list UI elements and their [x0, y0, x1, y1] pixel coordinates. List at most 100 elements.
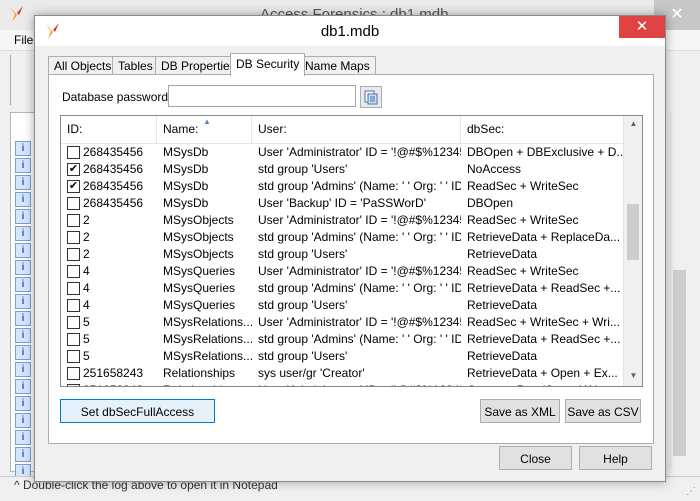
column-header-id[interactable]: ID: [61, 116, 157, 143]
set-full-access-button[interactable]: Set dbSecFullAccess [60, 399, 215, 423]
table-row[interactable]: 4 MSysQueries std group 'Users' RetrieveDat… [61, 297, 623, 314]
tab-tables[interactable]: Tables [112, 56, 159, 75]
tab-name-maps[interactable]: Name Maps [299, 56, 376, 75]
tab-all-objects[interactable]: All Objects [48, 56, 118, 75]
cell-user: User 'Administrator' ID = '!@#$%12345' [258, 315, 461, 329]
cell-id: 5 [83, 315, 90, 329]
log-scrollbar-thumb[interactable] [673, 270, 686, 456]
info-icon: i [15, 158, 31, 173]
info-icon: i [15, 141, 31, 156]
cell-name: MSysObjects [163, 230, 234, 244]
cell-id: 268435456 [83, 179, 144, 193]
scroll-down-icon[interactable]: ▼ [624, 371, 642, 380]
cell-id: 4 [83, 264, 90, 278]
cell-dbsec: ReadSec + WriteSec + Wri... [467, 315, 620, 329]
table-row[interactable]: 268435456 MSysDb User 'Backup' ID = 'PaSSW… [61, 195, 623, 212]
tab-db-security[interactable]: DB Security [230, 53, 306, 76]
cell-dbsec: RetrieveData + ReadSec +... [467, 332, 621, 346]
cell-dbsec: RetrieveData [467, 349, 538, 363]
table-row[interactable]: 5 MSysRelations... User 'Administrator' ID… [61, 314, 623, 331]
info-icon: i [15, 345, 31, 360]
table-scrollbar[interactable]: ▲ ▼ [623, 116, 642, 386]
table-row[interactable]: 2 MSysObjects std group 'Admins' (Name: ' … [61, 229, 623, 246]
cell-user: User 'Administrator' ID = '!@#$%12345' [252, 382, 461, 386]
menu-file[interactable]: File [14, 33, 33, 47]
table-row[interactable]: 5 MSysRelations... std group 'Admins' (Nam… [61, 331, 623, 348]
cell-dbsec: Create + ReadSec + Write... [461, 382, 623, 386]
cell-id: 2 [83, 230, 90, 244]
cell-id: 251658243 [61, 382, 157, 386]
info-icon: i [15, 396, 31, 411]
info-icon: i [15, 379, 31, 394]
cell-name: MSysObjects [163, 247, 234, 261]
dialog-close-icon[interactable]: ✕ [619, 16, 665, 38]
cell-id: 4 [83, 281, 90, 295]
table-row[interactable]: 2 MSysObjects User 'Administrator' ID = '!… [61, 212, 623, 229]
cell-user: std group 'Admins' (Name: ' ' Org: ' ' I… [258, 332, 461, 346]
info-icon: i [15, 311, 31, 326]
cell-dbsec: DBOpen + DBExclusive + D... [467, 145, 623, 159]
toolbar-separator [10, 55, 11, 105]
table-row[interactable]: 4 MSysQueries std group 'Admins' (Name: ' … [61, 280, 623, 297]
cell-dbsec: ReadSec + WriteSec [467, 179, 579, 193]
table-row[interactable]: 5 MSysRelations... std group 'Users' Retrie… [61, 348, 623, 365]
password-label: Database password: [62, 90, 172, 104]
cell-id: 268435456 [83, 196, 144, 210]
security-dialog: db1.mdb ✕ All Objects Tables DB Properti… [34, 15, 666, 482]
cell-dbsec: RetrieveData [467, 298, 538, 312]
cell-name: MSysRelations... [163, 315, 252, 329]
cell-id: 268435456 [83, 145, 144, 159]
info-icon: i [15, 243, 31, 258]
app-logo-icon [8, 5, 24, 26]
info-icon: i [15, 226, 31, 241]
table-row[interactable]: 251658243RelationshipsUser 'Administrato… [61, 382, 623, 386]
close-button[interactable]: Close [499, 446, 572, 470]
paste-password-button[interactable] [360, 86, 382, 108]
table-row[interactable]: 251658243 Relationships sys user/gr 'Creat… [61, 365, 623, 382]
resize-grip-icon[interactable]: ⋰ [686, 486, 696, 497]
info-icon: i [15, 430, 31, 445]
cell-id: 5 [83, 349, 90, 363]
column-header-dbsec[interactable]: dbSec: [461, 116, 623, 143]
cell-user: User 'Administrator' ID = '!@#$%12345' [258, 213, 461, 227]
cell-name: MSysDb [163, 179, 209, 193]
cell-name: MSysQueries [163, 298, 236, 312]
save-csv-button[interactable]: Save as CSV [565, 399, 641, 423]
clipboard-icon [364, 90, 378, 105]
cell-name: MSysQueries [163, 264, 236, 278]
cell-dbsec: RetrieveData [467, 247, 538, 261]
cell-name: Relationships [163, 366, 236, 380]
tab-db-properties[interactable]: DB Properties [155, 56, 242, 75]
cell-dbsec: DBOpen [467, 196, 514, 210]
info-icon: i [15, 362, 31, 377]
column-header-user[interactable]: User: [252, 116, 461, 143]
table-header: ID: Name: ▲ User: dbSec: [61, 116, 623, 144]
table-row[interactable]: 2 MSysObjects std group 'Users' RetrieveDat… [61, 246, 623, 263]
cell-name: MSysDb [163, 145, 209, 159]
cell-user: std group 'Admins' (Name: ' ' Org: ' ' I… [258, 281, 461, 295]
table-row[interactable]: 268435456 MSysDb User 'Administrator' ID =… [61, 144, 623, 161]
info-icon: i [15, 192, 31, 207]
scrollbar-thumb[interactable] [627, 204, 639, 260]
table-row[interactable]: ✔ 268435456 MSysDb std group 'Users' NoAcces… [61, 161, 623, 178]
cell-dbsec: RetrieveData + Open + Ex... [467, 366, 618, 380]
help-button[interactable]: Help [579, 446, 652, 470]
info-icon: i [15, 277, 31, 292]
info-icon: i [15, 294, 31, 309]
cell-user: sys user/gr 'Creator' [258, 366, 365, 380]
cell-id: 5 [83, 332, 90, 346]
cell-id: 251658243 [83, 366, 144, 380]
security-table[interactable]: ID: Name: ▲ User: dbSec: 268435456 MSysDb… [60, 115, 643, 387]
password-input[interactable] [168, 85, 356, 107]
log-list[interactable]: iiiiiiiiiiiiiiiiiiii [10, 112, 36, 479]
cell-id: 268435456 [83, 162, 144, 176]
cell-user: std group 'Users' [258, 349, 348, 363]
table-row[interactable]: 4 MSysQueries User 'Administrator' ID = '!… [61, 263, 623, 280]
cell-id: 4 [83, 298, 90, 312]
table-row[interactable]: ✔ 268435456 MSysDb std group 'Admins' (Name… [61, 178, 623, 195]
cell-name: MSysDb [163, 196, 209, 210]
cell-name: MSysObjects [163, 213, 234, 227]
save-xml-button[interactable]: Save as XML [480, 399, 560, 423]
table-body: 268435456 MSysDb User 'Administrator' ID =… [61, 144, 623, 386]
scroll-up-icon[interactable]: ▲ [624, 119, 642, 128]
